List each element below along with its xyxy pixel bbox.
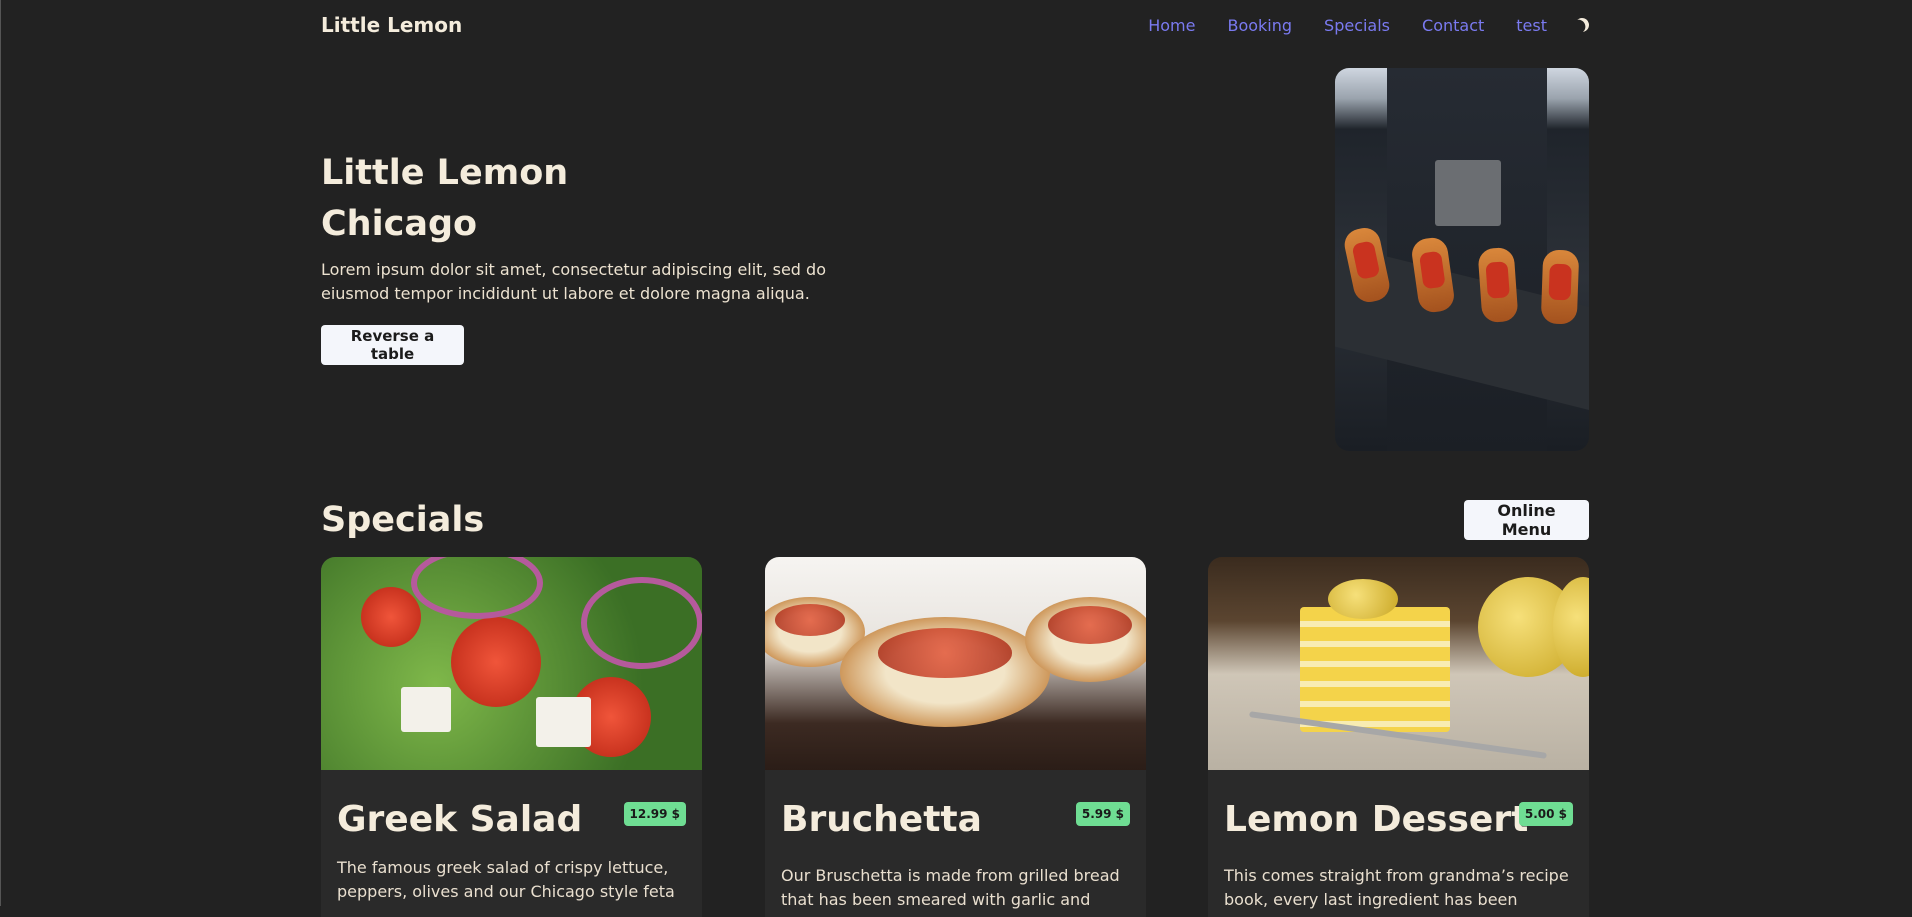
reserve-table-button[interactable]: Reverse a table	[321, 325, 464, 365]
greek-salad-image	[321, 557, 702, 770]
price-badge: 5.00 $	[1518, 802, 1573, 826]
card-description: The famous greek salad of crispy lettuce…	[337, 858, 675, 901]
navbar: Little Lemon Home Booking Specials Conta…	[321, 0, 1589, 50]
hero-title-line2: Chicago	[321, 204, 478, 244]
snack	[1477, 246, 1519, 324]
tomato	[451, 617, 541, 707]
special-card-bruchetta[interactable]: Bruchetta 5.99 $ Our Bruschetta is made …	[765, 557, 1146, 917]
price-badge: 12.99 $	[623, 802, 686, 826]
specials-title: Specials	[321, 500, 485, 540]
hero-image	[1335, 68, 1589, 451]
moon-icon[interactable]	[1573, 16, 1592, 35]
special-card-greek-salad[interactable]: Greek Salad 12.99 $ The famous greek sal…	[321, 557, 702, 917]
price-badge: 5.99 $	[1075, 802, 1130, 826]
brand-logo[interactable]: Little Lemon	[321, 13, 462, 37]
hero-title-line1: Little Lemon	[321, 153, 569, 193]
nav-specials[interactable]: Specials	[1324, 16, 1390, 35]
lemon-garnish	[1328, 579, 1398, 619]
card-description: This comes straight from grandma’s recip…	[1224, 866, 1569, 917]
feta	[536, 697, 591, 747]
feta	[401, 687, 451, 732]
hero-title: Little Lemon Chicago	[321, 148, 881, 250]
nav-links: Home Booking Specials Contact test	[1148, 16, 1589, 35]
apron-pocket	[1435, 160, 1501, 226]
tomato	[361, 587, 421, 647]
nav-contact[interactable]: Contact	[1422, 16, 1484, 35]
snack	[1540, 249, 1580, 325]
nav-home[interactable]: Home	[1148, 16, 1195, 35]
bruchetta-image	[765, 557, 1146, 770]
online-menu-button[interactable]: Online Menu	[1464, 500, 1589, 540]
lemon-dessert-image	[1208, 557, 1589, 770]
bread-slice	[840, 617, 1050, 727]
hero-description: Lorem ipsum dolor sit amet, consectetur …	[321, 260, 826, 303]
hero: Little Lemon Chicago Lorem ipsum dolor s…	[321, 148, 881, 365]
window-edge	[0, 0, 1, 906]
nav-booking[interactable]: Booking	[1227, 16, 1292, 35]
card-body: Lemon Dessert 5.00 $ This comes straight…	[1208, 770, 1589, 917]
card-body: Greek Salad 12.99 $ The famous greek sal…	[321, 770, 702, 904]
bread-slice	[1025, 597, 1146, 682]
special-card-lemon-dessert[interactable]: Lemon Dessert 5.00 $ This comes straight…	[1208, 557, 1589, 917]
card-body: Bruchetta 5.99 $ Our Bruschetta is made …	[765, 770, 1146, 917]
onion	[581, 577, 702, 669]
cake-slice	[1300, 607, 1450, 732]
nav-test[interactable]: test	[1516, 16, 1547, 35]
card-description: Our Bruschetta is made from grilled brea…	[781, 866, 1120, 917]
onion	[411, 557, 543, 619]
